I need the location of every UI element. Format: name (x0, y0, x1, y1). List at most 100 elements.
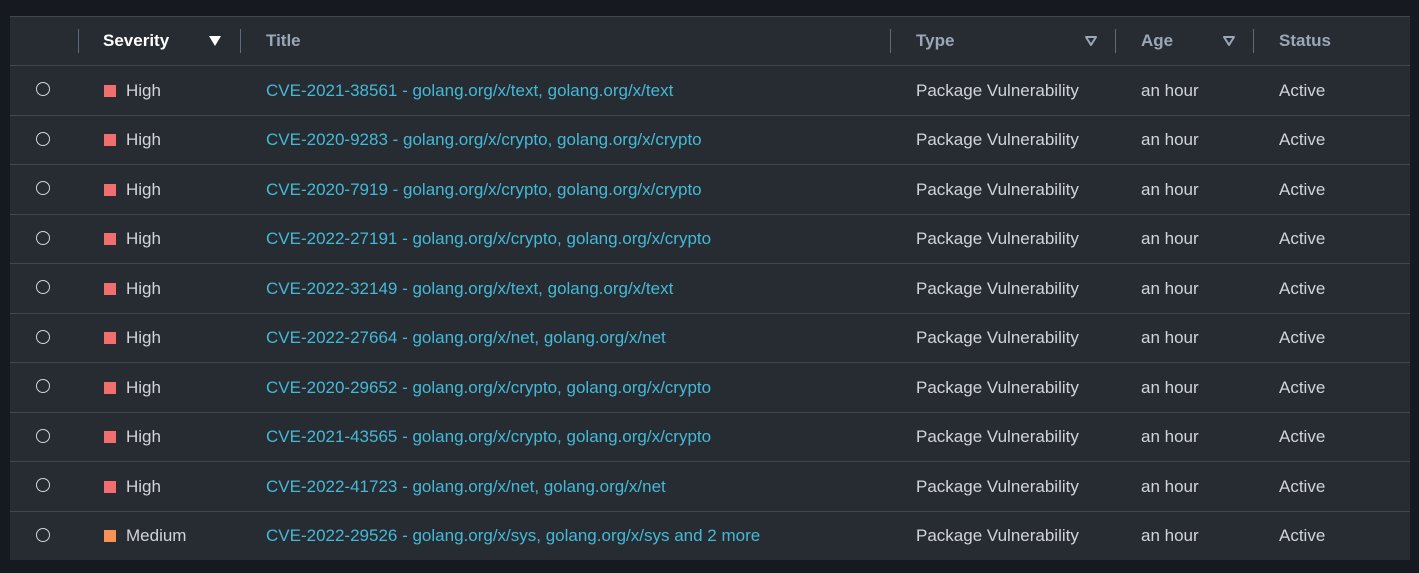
type-cell: Package Vulnerability (916, 328, 1079, 347)
age-cell: an hour (1141, 229, 1199, 248)
table-row[interactable]: High CVE-2020-29652 - golang.org/x/crypto… (10, 363, 1410, 413)
severity-cell: High (104, 363, 161, 412)
severity-label: High (126, 179, 161, 199)
status-cell: Active (1279, 80, 1326, 100)
finding-title-link[interactable]: CVE-2021-38561 - golang.org/x/text, gola… (266, 66, 673, 115)
status-cell: Active (1279, 526, 1326, 545)
table-row[interactable]: High CVE-2021-38561 - golang.org/x/text, … (10, 66, 1410, 116)
type-cell: Package Vulnerability (916, 377, 1079, 397)
severity-square-icon (104, 183, 116, 196)
sort-icon[interactable] (1222, 34, 1236, 48)
finding-title-link[interactable]: CVE-2020-9283 - golang.org/x/crypto, gol… (266, 116, 702, 165)
finding-title-link[interactable]: CVE-2020-7919 - golang.org/x/crypto, gol… (266, 165, 702, 214)
type-cell: Package Vulnerability (916, 179, 1079, 199)
table-row[interactable]: High CVE-2020-9283 - golang.org/x/crypto,… (10, 116, 1410, 165)
severity-label: High (126, 476, 161, 496)
severity-label: High (126, 80, 161, 100)
row-select-radio[interactable] (36, 82, 50, 96)
table-row[interactable]: High CVE-2021-43565 - golang.org/x/crypto… (10, 413, 1410, 462)
severity-cell: High (104, 66, 161, 115)
row-select-radio[interactable] (36, 428, 50, 443)
severity-label: High (126, 427, 161, 446)
table-row[interactable]: High CVE-2022-27191 - golang.org/x/crypto… (10, 215, 1410, 264)
finding-title-link[interactable]: CVE-2022-27664 - golang.org/x/net, golan… (266, 314, 666, 363)
sort-descending-icon[interactable] (209, 36, 221, 46)
table-row[interactable]: High CVE-2020-7919 - golang.org/x/crypto,… (10, 165, 1410, 215)
column-header-severity[interactable]: Severity (103, 17, 169, 65)
severity-cell: High (104, 314, 161, 363)
age-cell: an hour (1141, 179, 1199, 199)
age-cell: an hour (1141, 377, 1199, 397)
severity-cell: High (104, 116, 161, 165)
severity-square-icon (104, 480, 116, 493)
status-cell: Active (1279, 328, 1326, 347)
finding-title-link[interactable]: CVE-2022-41723 - golang.org/x/net, golan… (266, 462, 666, 511)
severity-label: High (126, 328, 161, 347)
severity-cell: High (104, 413, 161, 462)
row-select-radio[interactable] (36, 478, 50, 492)
age-cell: an hour (1141, 427, 1199, 446)
type-cell: Package Vulnerability (916, 278, 1079, 298)
severity-square-icon (104, 233, 116, 245)
column-header-title[interactable]: Title (266, 17, 301, 65)
row-select-radio[interactable] (36, 181, 50, 195)
severity-label: Medium (126, 526, 187, 545)
severity-cell: High (104, 165, 161, 214)
severity-cell: High (104, 462, 161, 511)
column-separator[interactable] (240, 29, 241, 53)
column-separator[interactable] (890, 29, 891, 53)
finding-title-link[interactable]: CVE-2021-43565 - golang.org/x/crypto, go… (266, 413, 711, 462)
severity-square-icon (104, 134, 116, 146)
age-cell: an hour (1141, 526, 1199, 545)
severity-cell: High (104, 215, 161, 264)
age-cell: an hour (1141, 328, 1199, 347)
table-header: Severity Title Type Age Status (10, 17, 1410, 66)
severity-square-icon (104, 530, 116, 542)
findings-table: Severity Title Type Age Status High CVE-2… (10, 16, 1410, 560)
severity-square-icon (104, 84, 116, 97)
status-cell: Active (1279, 427, 1326, 446)
finding-title-link[interactable]: CVE-2022-29526 - golang.org/x/sys, golan… (266, 512, 760, 561)
row-select-radio[interactable] (36, 329, 50, 344)
row-select-radio[interactable] (36, 230, 50, 245)
severity-label: High (126, 377, 161, 397)
age-cell: an hour (1141, 80, 1199, 100)
column-header-type[interactable]: Type (916, 17, 954, 65)
status-cell: Active (1279, 278, 1326, 298)
severity-label: High (126, 278, 161, 298)
age-cell: an hour (1141, 278, 1199, 298)
row-select-radio[interactable] (36, 131, 50, 146)
severity-label: High (126, 229, 161, 248)
severity-square-icon (104, 332, 116, 344)
type-cell: Package Vulnerability (916, 427, 1079, 446)
column-header-status[interactable]: Status (1279, 17, 1331, 65)
age-cell: an hour (1141, 130, 1199, 149)
severity-label: High (126, 130, 161, 149)
column-separator[interactable] (1253, 29, 1254, 53)
finding-title-link[interactable]: CVE-2020-29652 - golang.org/x/crypto, go… (266, 363, 711, 412)
table-row[interactable]: Medium CVE-2022-29526 - golang.org/x/sys,… (10, 512, 1410, 562)
row-select-radio[interactable] (36, 527, 50, 542)
finding-title-link[interactable]: CVE-2022-32149 - golang.org/x/text, gola… (266, 264, 673, 313)
table-row[interactable]: High CVE-2022-41723 - golang.org/x/net, g… (10, 462, 1410, 512)
column-separator[interactable] (1115, 29, 1116, 53)
status-cell: Active (1279, 179, 1326, 199)
status-cell: Active (1279, 377, 1326, 397)
severity-square-icon (104, 282, 116, 295)
type-cell: Package Vulnerability (916, 526, 1079, 545)
column-separator[interactable] (78, 29, 79, 53)
type-cell: Package Vulnerability (916, 476, 1079, 496)
status-cell: Active (1279, 229, 1326, 248)
table-row[interactable]: High CVE-2022-27664 - golang.org/x/net, g… (10, 314, 1410, 363)
table-row[interactable]: High CVE-2022-32149 - golang.org/x/text, … (10, 264, 1410, 314)
status-cell: Active (1279, 476, 1326, 496)
sort-icon[interactable] (1084, 34, 1098, 48)
finding-title-link[interactable]: CVE-2022-27191 - golang.org/x/crypto, go… (266, 215, 711, 264)
type-cell: Package Vulnerability (916, 229, 1079, 248)
row-select-radio[interactable] (36, 280, 50, 294)
column-header-age[interactable]: Age (1141, 17, 1173, 65)
row-select-radio[interactable] (36, 379, 50, 393)
severity-square-icon (104, 381, 116, 394)
severity-cell: Medium (104, 512, 186, 561)
severity-square-icon (104, 431, 116, 443)
